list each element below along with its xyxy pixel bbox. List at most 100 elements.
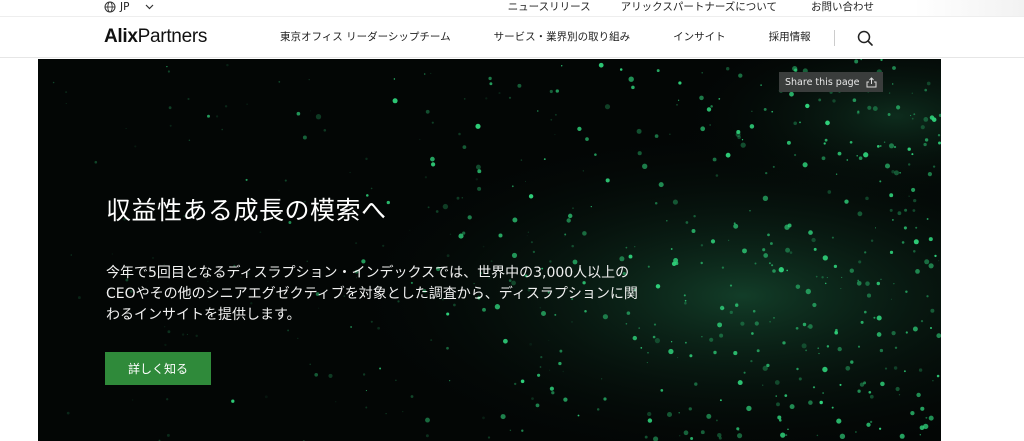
particle-dot — [540, 356, 543, 359]
particle-dot — [701, 336, 703, 338]
particle-dot — [706, 413, 712, 419]
particle-dot — [187, 97, 190, 101]
particle-dot — [449, 380, 451, 382]
particle-dot — [693, 214, 696, 218]
particle-dot — [365, 157, 368, 161]
particle-dot — [488, 76, 492, 81]
particle-dot — [718, 436, 722, 440]
particle-dot — [628, 254, 633, 259]
particle-dot — [475, 164, 481, 170]
particle-dot — [740, 142, 746, 148]
particle-dot — [655, 284, 661, 289]
particle-dot — [314, 372, 319, 377]
nav-item-services[interactable]: サービス・業界別の取り組み — [494, 29, 631, 44]
particle-dot — [870, 239, 874, 243]
particle-dot — [802, 162, 808, 168]
particle-dot — [772, 269, 776, 273]
particle-dot — [789, 251, 793, 254]
particle-dot — [821, 156, 826, 161]
particle-dot — [932, 165, 936, 168]
particle-dot — [785, 247, 791, 253]
particle-dot — [805, 288, 811, 295]
particle-dot — [94, 160, 98, 164]
nav-item-careers[interactable]: 採用情報 — [769, 29, 811, 44]
particle-dot — [700, 261, 703, 265]
particle-dot — [564, 235, 565, 237]
nav-item-leadership[interactable]: 東京オフィス リーダーシップチーム — [280, 29, 451, 44]
particle-dot — [893, 145, 897, 149]
particle-dot — [446, 254, 450, 258]
particle-dot — [169, 124, 172, 127]
particle-dot — [767, 233, 770, 237]
particle-dot — [852, 98, 857, 102]
particle-dot — [349, 171, 351, 174]
particle-dot — [423, 73, 426, 75]
particle-dot — [769, 320, 771, 323]
particle-dot — [308, 78, 310, 81]
particle-dot — [456, 196, 460, 200]
particle-dot — [386, 200, 390, 205]
particle-dot — [532, 250, 536, 254]
language-selector[interactable]: JP — [104, 0, 154, 14]
particle-dot — [792, 65, 798, 72]
about-link[interactable]: アリックスパートナーズについて — [621, 0, 777, 14]
particle-dot — [927, 172, 932, 177]
particle-dot — [166, 433, 170, 437]
particle-dot — [835, 173, 838, 175]
particle-dot — [425, 417, 430, 423]
particle-dot — [869, 394, 874, 399]
particle-dot — [938, 141, 941, 145]
particle-dot — [763, 107, 767, 111]
particle-dot — [892, 219, 894, 221]
particle-dot — [582, 170, 584, 172]
particle-dot — [897, 211, 902, 216]
particle-dot — [224, 105, 228, 108]
nav-item-insights[interactable]: インサイト — [673, 29, 726, 44]
particle-dot — [683, 430, 689, 436]
particle-dot — [729, 310, 733, 315]
learn-more-button[interactable]: 詳しく知る — [105, 352, 211, 385]
particle-dot — [672, 199, 678, 205]
particle-dot — [929, 326, 933, 330]
particle-dot — [710, 239, 716, 244]
particle-dot — [746, 405, 752, 412]
particle-dot — [891, 331, 896, 336]
particle-dot — [773, 317, 775, 319]
particle-dot — [431, 121, 434, 124]
particle-dot — [509, 429, 512, 432]
particle-dot — [402, 410, 404, 413]
particle-dot — [786, 269, 788, 272]
particle-dot — [926, 218, 929, 220]
share-page-button[interactable]: Share this page — [779, 72, 883, 92]
alixpartners-logo[interactable]: AlixPartners — [104, 26, 207, 48]
particle-dot — [740, 321, 745, 326]
particle-dot — [884, 163, 891, 169]
search-button[interactable] — [856, 29, 874, 47]
particle-dot — [849, 268, 854, 273]
news-release-link[interactable]: ニュースリリース — [508, 0, 591, 14]
particle-dot — [666, 411, 673, 418]
particle-dot — [710, 105, 713, 108]
particle-dot — [677, 99, 680, 101]
particle-dot — [164, 343, 167, 347]
particle-dot — [879, 145, 882, 147]
particle-dot — [891, 83, 894, 85]
particle-dot — [700, 430, 705, 435]
edge-fade — [914, 0, 1024, 16]
particle-dot — [596, 408, 600, 411]
particle-dot — [577, 414, 580, 417]
particle-dot — [195, 334, 198, 338]
particle-dot — [854, 59, 859, 64]
particle-dot — [808, 230, 813, 235]
contact-link[interactable]: お問い合わせ — [811, 0, 874, 14]
particle-dot — [410, 395, 414, 398]
particle-dot — [892, 66, 896, 70]
particle-dot — [769, 242, 773, 245]
particle-dot — [928, 237, 933, 242]
particle-dot — [571, 244, 574, 248]
particle-dot — [854, 431, 857, 433]
particle-dot — [749, 210, 751, 212]
particle-dot — [924, 138, 929, 142]
language-label: JP — [120, 1, 130, 13]
particle-dot — [677, 357, 679, 359]
